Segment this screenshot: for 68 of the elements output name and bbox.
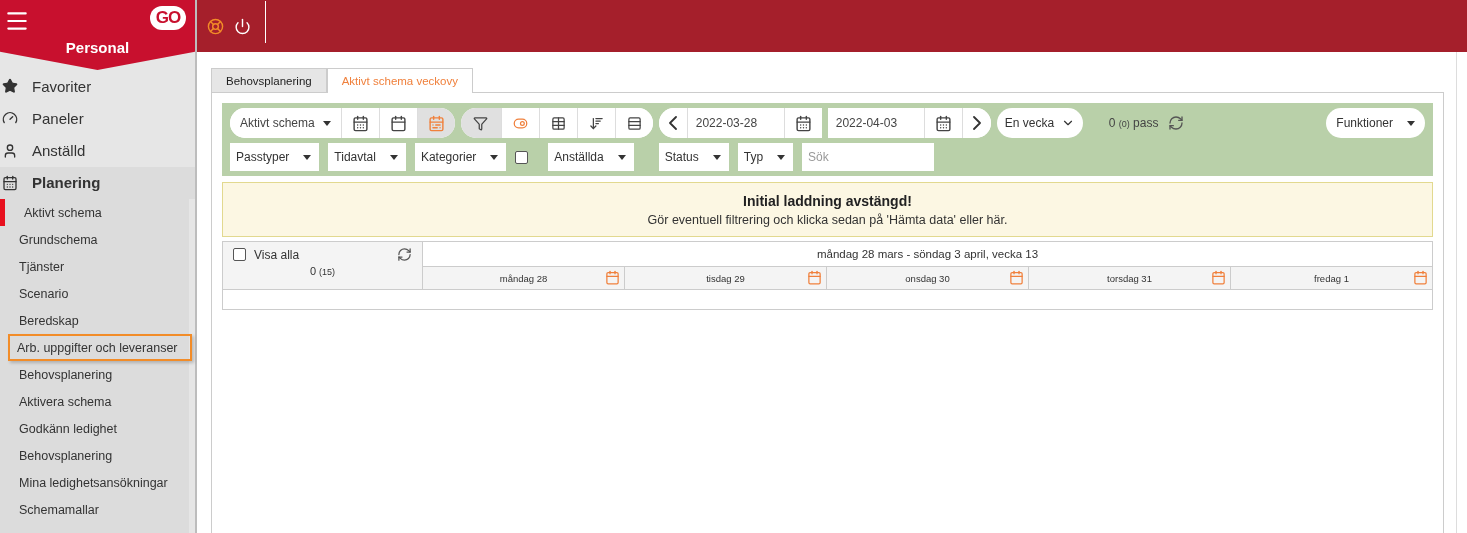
calendar-icon (934, 114, 952, 132)
filter-dropdown[interactable]: Anställda (548, 143, 634, 171)
date-from[interactable]: 2022-03-28 (686, 108, 784, 138)
submenu-item[interactable]: Scenario (0, 280, 189, 307)
submenu-item[interactable]: Grundschema (0, 226, 189, 253)
submenu-item[interactable]: Behovsplanering (0, 442, 189, 469)
filter-dropdown[interactable]: Tidavtal (328, 143, 406, 171)
caret-icon (303, 154, 312, 160)
nav-item[interactable]: Paneler (0, 102, 195, 135)
nav-item[interactable]: Favoriter (0, 70, 195, 103)
submenu-item[interactable]: Aktivera schema (0, 388, 189, 415)
submenu-item[interactable]: Aktivt schema (0, 199, 189, 226)
refresh-icon[interactable] (397, 247, 412, 262)
submenu-item[interactable]: Behovsplanering (0, 361, 189, 388)
filter-dropdown[interactable]: Kategorier (414, 143, 507, 171)
filter-icon (473, 115, 489, 131)
tool-button[interactable] (614, 108, 653, 138)
tab[interactable]: Behovsplanering (211, 68, 327, 93)
period-select[interactable]: En vecka (996, 108, 1083, 138)
checkbox[interactable] (515, 150, 529, 164)
rows-icon (626, 115, 642, 131)
notice-text: Gör eventuell filtrering och klicka sedan på 'Hämta data' eller här. (647, 212, 1008, 227)
submenu-item[interactable]: Arb. uppgifter och leveranser (8, 334, 192, 361)
submenu-item[interactable]: Beredskap (0, 307, 189, 334)
caret-icon (1407, 120, 1415, 126)
next-button[interactable] (961, 108, 991, 138)
filter-dropdown[interactable]: Passtyper (230, 143, 320, 171)
logo: GO (150, 6, 186, 30)
functions-button[interactable]: Funktioner (1326, 108, 1425, 138)
user-icon (2, 142, 18, 159)
toggle-icon (512, 115, 528, 131)
help-button[interactable] (207, 17, 224, 35)
chevron-right-icon (972, 116, 981, 130)
checkbox[interactable] (233, 248, 246, 261)
day-label: tisdag 29 (706, 272, 745, 284)
sort-icon (588, 115, 604, 131)
day-label: måndag 28 (499, 272, 548, 284)
day-label: onsdag 30 (905, 272, 950, 284)
submenu-item[interactable]: Tjänster (0, 253, 189, 280)
search-field[interactable]: Sök (802, 143, 935, 171)
power-button[interactable] (234, 17, 251, 35)
caret-icon (617, 154, 626, 160)
table-icon (550, 115, 566, 131)
caret-icon (712, 154, 721, 160)
caret-icon (490, 154, 499, 160)
calendar-icon (2, 174, 18, 191)
filter-dropdown[interactable]: Typ (737, 143, 794, 171)
nav-item[interactable]: Planering (0, 166, 195, 199)
filter-dropdown[interactable]: Status (658, 143, 729, 171)
day-label: torsdag 31 (1107, 272, 1152, 284)
refresh-icon[interactable] (1168, 115, 1185, 131)
employee-count: 0 (15) (308, 265, 337, 277)
submenu-item[interactable]: Schemamallar (0, 496, 189, 523)
submenu-item[interactable]: Godkänn ledighet (0, 415, 189, 442)
submenu-item[interactable]: Mina ledighetsansökningar (0, 469, 189, 496)
show-all-label: Visa alla (254, 247, 300, 262)
chevron-left-icon (668, 116, 677, 130)
nav-item[interactable]: Anställd (0, 134, 195, 167)
module-title: Personal (65, 39, 130, 57)
shift-count: 0 (0) pass (1108, 116, 1159, 130)
notice-title: Initial laddning avstängd! (743, 192, 912, 209)
caret-icon (389, 154, 398, 160)
star-icon (2, 78, 18, 95)
calendar-icon (794, 114, 812, 132)
caret-icon (322, 120, 331, 126)
caret-icon (777, 154, 786, 160)
day-label: fredag 1 (1314, 272, 1349, 284)
tool-button[interactable] (460, 108, 501, 138)
